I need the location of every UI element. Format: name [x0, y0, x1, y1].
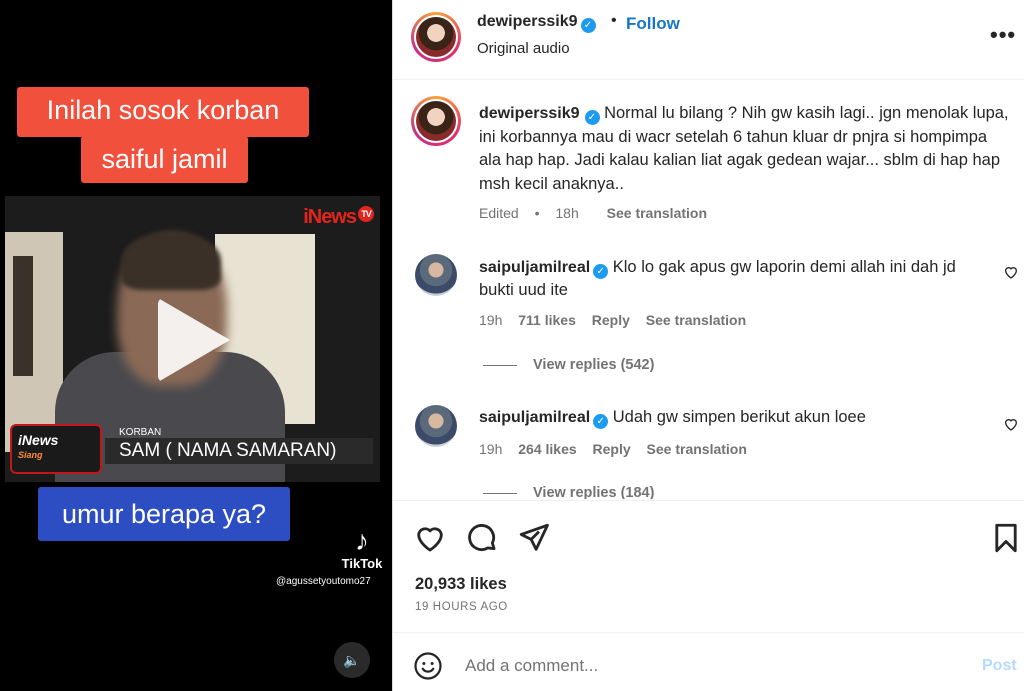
comment-icon[interactable] [465, 521, 499, 555]
video-player[interactable]: Inilah sosok korban saiful jamil iNews TV… [0, 0, 392, 691]
comment-likes[interactable]: 711 likes [518, 312, 576, 328]
view-replies-button[interactable]: View replies (542) [483, 357, 654, 373]
lower-third-label: KORBAN [119, 427, 162, 438]
bookmark-icon[interactable] [989, 521, 1023, 555]
caption-avatar[interactable] [411, 96, 461, 146]
post-panel: dewiperssik9 ✓ • Follow Original audio ••… [392, 0, 1024, 691]
comment: saipuljamilreal ✓ Klo lo gak apus gw lapo… [479, 256, 989, 302]
background-door [13, 256, 33, 376]
verified-badge-icon: ✓ [593, 264, 609, 279]
comment-likes[interactable]: 264 likes [518, 441, 576, 457]
view-replies-button[interactable]: View replies (184) [483, 485, 654, 499]
likes-count[interactable]: 20,933 likes [415, 575, 507, 594]
post-timestamp: 19 HOURS AGO [415, 601, 508, 613]
see-translation-button[interactable]: See translation [647, 441, 747, 457]
see-translation-button[interactable]: See translation [607, 205, 707, 221]
share-icon[interactable] [517, 521, 551, 555]
action-bar: 20,933 likes 19 HOURS AGO [393, 500, 1024, 632]
separator-dot: • [611, 12, 617, 29]
add-comment-input[interactable] [465, 653, 965, 679]
channel-logo: iNews TV [303, 206, 374, 229]
reply-button[interactable]: Reply [592, 312, 630, 328]
see-translation-button[interactable]: See translation [646, 312, 746, 328]
comment-avatar[interactable] [415, 254, 457, 296]
heart-icon[interactable] [413, 521, 447, 555]
lower-third: iNews Siang KORBAN SAM ( NAMA SAMARAN) [5, 420, 380, 480]
comment-time: 19h [479, 312, 503, 328]
tiktok-handle: @agussetyoutomo27 [276, 576, 371, 587]
comment-like-heart-icon[interactable] [1003, 416, 1019, 432]
news-badge: iNews Siang [10, 424, 102, 474]
edited-label: Edited • 18h [479, 205, 579, 221]
tiktok-watermark: ♪ TikTok [341, 525, 383, 572]
post-comment-button[interactable]: Post [982, 657, 1017, 675]
caption-meta: Edited • 18h See translation [479, 205, 707, 221]
verified-badge-icon: ✓ [593, 414, 609, 429]
original-audio-link[interactable]: Original audio [477, 40, 570, 57]
add-comment-bar: Post [393, 632, 1024, 691]
header-username[interactable]: dewiperssik9 ✓ [477, 13, 596, 33]
comment-meta: 19h 711 likes Reply See translation [479, 312, 746, 328]
post-header: dewiperssik9 ✓ • Follow Original audio ••… [393, 0, 1024, 80]
comment-text: Udah gw simpen berikut akun loee [612, 408, 866, 426]
video-caption-top-2: saiful jamil [81, 136, 248, 183]
comment: saipuljamilreal ✓ Udah gw simpen berikut … [479, 406, 989, 429]
comment-time: 19h [479, 441, 503, 457]
comment-username[interactable]: saipuljamilreal [479, 409, 590, 426]
lower-third-name: SAM ( NAMA SAMARAN) [119, 440, 337, 461]
video-caption-top-1: Inilah sosok korban [17, 87, 309, 137]
comment-like-heart-icon[interactable] [1003, 264, 1019, 280]
more-options-icon[interactable]: ••• [990, 22, 1016, 48]
comment-username[interactable]: saipuljamilreal [479, 259, 590, 276]
video-caption-bottom: umur berapa ya? [38, 487, 290, 541]
verified-badge-icon: ✓ [584, 110, 600, 125]
post-caption: dewiperssik9 ✓ Normal lu bilang ? Nih gw … [479, 102, 1009, 196]
comment-meta: 19h 264 likes Reply See translation [479, 441, 747, 457]
emoji-icon[interactable] [413, 651, 443, 681]
reply-button[interactable]: Reply [593, 441, 631, 457]
comment-avatar[interactable] [415, 405, 457, 447]
speaker-icon[interactable]: 🔈 [334, 642, 370, 678]
caption-username[interactable]: dewiperssik9 [479, 105, 580, 122]
verified-badge-icon: ✓ [580, 18, 596, 33]
follow-button[interactable]: Follow [626, 14, 680, 34]
tiktok-icon: ♪ [355, 525, 369, 556]
avatar[interactable] [411, 12, 461, 62]
play-icon[interactable] [158, 298, 230, 382]
